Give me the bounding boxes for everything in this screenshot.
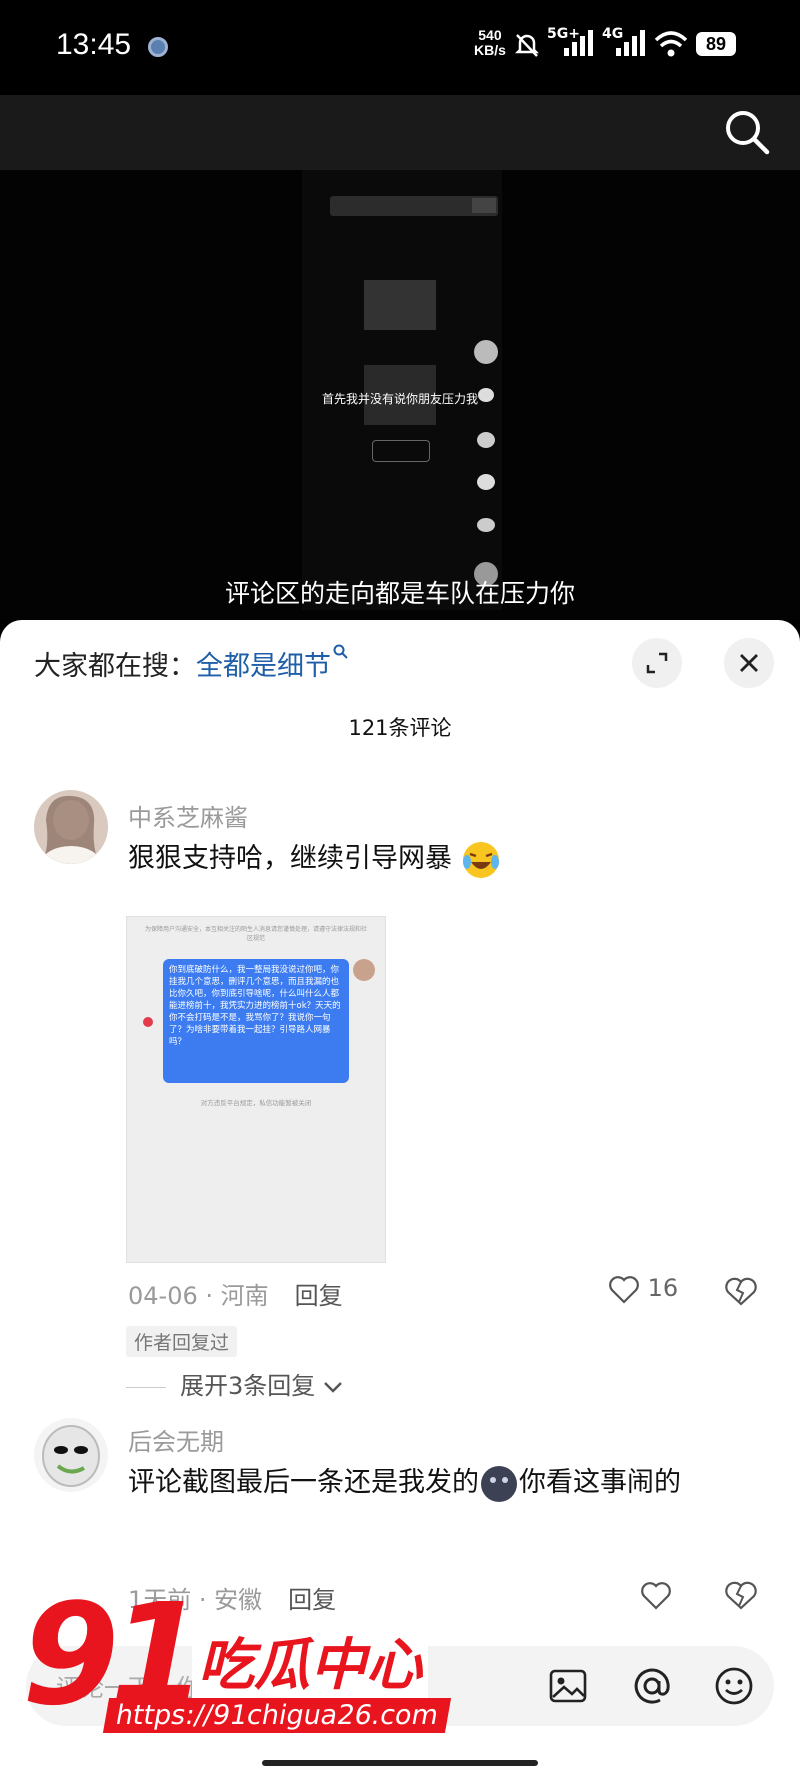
- comment-text-content: 狠狠支持哈，继续引导网暴: [128, 843, 452, 874]
- broken-heart-icon: [725, 1277, 757, 1306]
- comment-username[interactable]: 中系芝麻酱: [128, 798, 248, 833]
- inner-heart-icon: [478, 388, 494, 402]
- status-time: 13:45: [56, 28, 132, 61]
- expand-replies-button[interactable]: 展开3条回复: [126, 1366, 343, 1401]
- comment-text-part2: 你看这事闹的: [519, 1467, 681, 1498]
- comment-text-part1: 评论截图最后一条还是我发的: [128, 1467, 479, 1498]
- dark-face-emoji-icon: [481, 1465, 517, 1502]
- network-speed-value: 540: [478, 27, 502, 43]
- inner-chip: [372, 440, 430, 462]
- screenshot-error-icon: [143, 1017, 153, 1027]
- mention-icon[interactable]: [630, 1664, 674, 1708]
- video-player[interactable]: 首先我并没有说你朋友压力我 评论区的走向都是车队在压力你: [0, 170, 800, 620]
- wifi-icon: [654, 31, 688, 57]
- comment-time-location: 04-06 · 河南: [128, 1282, 269, 1310]
- inner-thumbnail: [364, 280, 436, 330]
- heart-icon: [609, 1276, 639, 1304]
- comment-text: 狠狠支持哈，继续引导网暴: [128, 830, 758, 888]
- search-icon[interactable]: [722, 107, 772, 157]
- mute-bell-icon: [514, 34, 540, 57]
- avatar-image: [34, 1418, 108, 1492]
- dislike-button[interactable]: [724, 1276, 758, 1310]
- comment-username[interactable]: 后会无期: [128, 1422, 224, 1457]
- inner-star-icon: [477, 474, 495, 490]
- avatar-image: [34, 790, 108, 864]
- laughing-emoji-icon: [462, 841, 499, 878]
- emoji-icon[interactable]: [712, 1664, 756, 1708]
- expand-icon: [646, 652, 668, 674]
- inner-search-button: [472, 198, 496, 213]
- network-speed: 540 KB/s: [474, 28, 506, 58]
- hot-search-prefix: 大家都在搜：: [34, 651, 196, 682]
- screenshot-notice: 为保障用户沟通安全，本互相关注的陌生人消息请您谨慎处理，请遵守法律法规和社区规范: [144, 926, 367, 942]
- watermark-url: https://91chigua26.com: [102, 1698, 452, 1733]
- inner-share-icon: [477, 518, 495, 532]
- status-bar: 13:45 540 KB/s 5G+ 4G 89: [0, 0, 800, 95]
- hot-search[interactable]: 大家都在搜：全都是细节: [34, 644, 349, 683]
- heart-icon: [641, 1582, 671, 1610]
- dislike-button[interactable]: [724, 1580, 758, 1614]
- search-icon-small: [333, 644, 348, 659]
- close-icon: [740, 654, 758, 672]
- hot-search-keyword[interactable]: 全都是细节: [196, 651, 331, 682]
- expand-button[interactable]: [632, 638, 682, 688]
- home-indicator[interactable]: [262, 1760, 538, 1766]
- comment-meta: 04-06 · 河南 回复: [128, 1276, 343, 1311]
- watermark: 91 吃瓜中心 https://91chigua26.com: [22, 1574, 462, 1760]
- signal-bars-icon: [564, 30, 593, 56]
- expand-divider: [126, 1386, 166, 1388]
- author-replied-badge: 作者回复过: [126, 1326, 238, 1357]
- network-speed-unit: KB/s: [474, 42, 506, 58]
- reply-button[interactable]: 回复: [295, 1282, 343, 1310]
- avatar[interactable]: [34, 790, 108, 864]
- close-button[interactable]: [724, 638, 774, 688]
- like-button[interactable]: [640, 1580, 672, 1616]
- comment-count: 121条评论: [348, 716, 452, 740]
- comment-image-screenshot[interactable]: 为保障用户沟通安全，本互相关注的陌生人消息请您谨慎处理，请遵守法律法规和社区规范…: [126, 916, 386, 1263]
- signal-bars-icon-2: [616, 30, 645, 56]
- inner-avatar-icon: [474, 340, 498, 364]
- inner-comment-icon: [477, 432, 495, 448]
- image-icon[interactable]: [546, 1664, 590, 1708]
- inner-subtitle: 首先我并没有说你朋友压力我: [322, 392, 479, 406]
- inner-description: [306, 510, 446, 560]
- screenshot-message-bubble: 你到底破防什么，我一整局我没说过你吧，你挂我几个意思，删评几个意思，而且我漏的也…: [163, 959, 349, 1083]
- chevron-down-icon: [324, 1382, 342, 1393]
- like-count: 16: [647, 1274, 679, 1302]
- video-frame-screen-recording: 首先我并没有说你朋友压力我: [302, 170, 502, 610]
- app-notification-icon: [148, 37, 168, 57]
- battery-level: 89: [696, 32, 736, 56]
- expand-replies-label: 展开3条回复: [180, 1372, 316, 1400]
- video-caption: 评论区的走向都是车队在压力你: [224, 579, 575, 608]
- avatar[interactable]: [34, 1418, 108, 1492]
- watermark-name: 吃瓜中心: [192, 1620, 428, 1701]
- comment-text: 评论截图最后一条还是我发的 你看这事闹的: [128, 1454, 758, 1512]
- top-bar: [0, 95, 800, 170]
- broken-heart-icon: [725, 1581, 757, 1610]
- like-button[interactable]: 16: [608, 1274, 678, 1304]
- screenshot-bottom-notice: 对方违反平台规定，私信功能暂被关闭: [200, 1099, 312, 1107]
- screenshot-avatar: [353, 959, 375, 981]
